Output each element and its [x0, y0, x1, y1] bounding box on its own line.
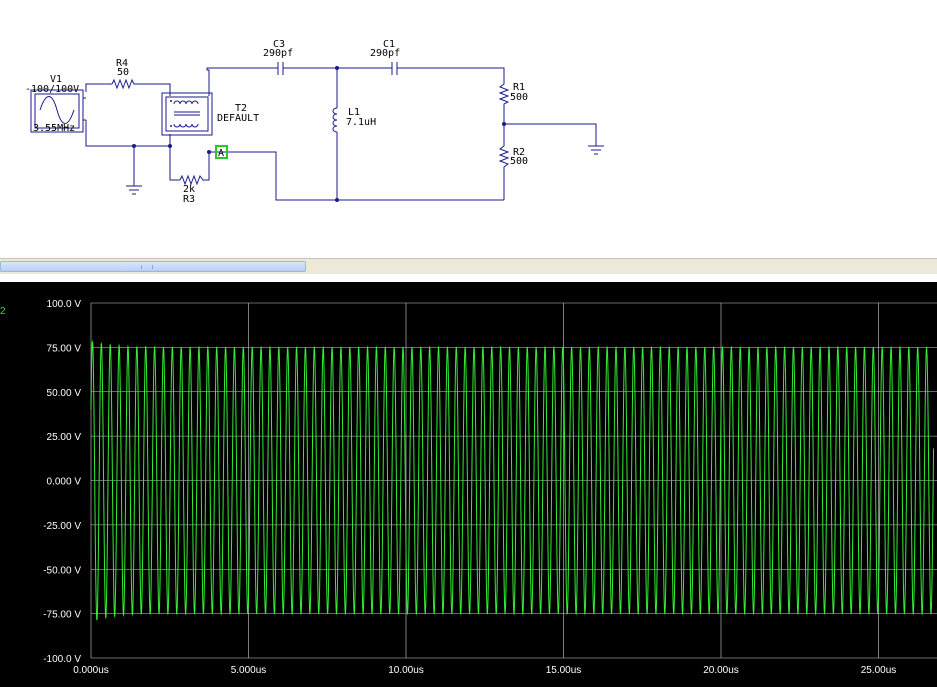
- y-tick-label: 100.0 V: [47, 299, 82, 310]
- v1-freq-label: 3.55MHz: [33, 123, 75, 134]
- l1-inductor[interactable]: [332, 107, 338, 133]
- y-tick-label: 25.00 V: [47, 432, 82, 443]
- ground-symbol-right: [588, 145, 604, 155]
- r1-resistor[interactable]: [498, 82, 510, 106]
- channel-corner-label: 2: [0, 306, 6, 317]
- x-tick-label: 5.000us: [231, 665, 267, 676]
- r1-value-label: 500: [510, 92, 528, 103]
- x-tick-label: 20.00us: [703, 665, 739, 676]
- y-axis-ticks: 100.0 V 75.00 V 50.00 V 25.00 V 0.000 V -25.0…: [43, 299, 81, 665]
- c1-value-label: 290pf: [370, 48, 400, 59]
- y-tick-label: -75.00 V: [43, 610, 81, 621]
- r2-resistor[interactable]: [498, 144, 510, 170]
- probe-a-label: A: [218, 148, 224, 159]
- r4-resistor[interactable]: [111, 78, 136, 90]
- r3-name-label: R3: [183, 194, 195, 205]
- y-tick-label: -50.00 V: [43, 565, 81, 576]
- x-tick-label: 15.00us: [546, 665, 582, 676]
- x-tick-label: 10.00us: [388, 665, 424, 676]
- t2-transformer[interactable]: [161, 92, 213, 136]
- oscilloscope-plot[interactable]: 2 100.0 V 75.00 V 50.00 V 25.00 V 0.000 V -25…: [0, 282, 937, 687]
- c3-capacitor[interactable]: [272, 62, 288, 75]
- x-tick-label: 25.00us: [861, 665, 897, 676]
- scrollbar-thumb[interactable]: [0, 261, 306, 272]
- l1-value-label: 7.1uH: [346, 117, 376, 128]
- y-tick-label: 75.00 V: [47, 343, 82, 354]
- r3-resistor[interactable]: [179, 174, 205, 186]
- horizontal-scrollbar[interactable]: [0, 258, 937, 274]
- voltage-trace: [90, 340, 935, 621]
- junction-dots: [132, 66, 506, 202]
- x-tick-label: 0.000us: [73, 665, 109, 676]
- t2-value-label: DEFAULT: [217, 113, 259, 124]
- x-axis-ticks: 0.000us 5.000us 10.00us 15.00us 20.00us 25.00…: [73, 665, 896, 676]
- pane-divider[interactable]: [0, 274, 937, 282]
- y-tick-label: -25.00 V: [43, 521, 81, 532]
- c1-capacitor[interactable]: [386, 62, 402, 75]
- r4-value-label: 50: [117, 67, 129, 78]
- ground-symbol-left: [126, 185, 142, 195]
- r2-value-label: 500: [510, 156, 528, 167]
- y-tick-label: 50.00 V: [47, 388, 82, 399]
- y-tick-label: 0.000 V: [47, 477, 82, 488]
- c3-value-label: 290pf: [263, 48, 293, 59]
- scrollbar-grip-icon: [141, 265, 153, 269]
- schematic-canvas[interactable]: V1 -100/100V 3.55MHz R4 50 T2 DEFAULT 2k…: [0, 0, 937, 258]
- v1-value-label: -100/100V: [25, 84, 79, 95]
- y-tick-label: -100.0 V: [43, 654, 81, 665]
